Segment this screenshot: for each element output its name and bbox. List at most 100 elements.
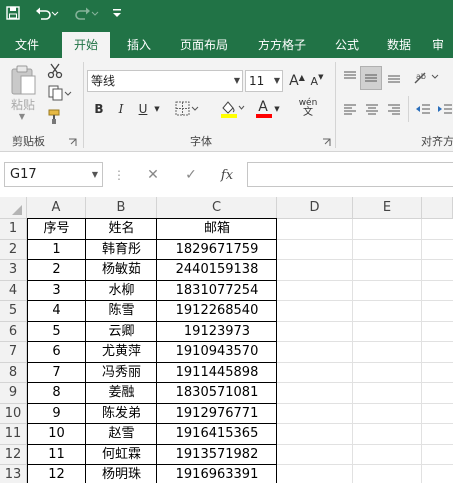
tab-review[interactable]: 审 — [432, 32, 453, 58]
table-cell[interactable]: 1 — [27, 240, 86, 261]
underline-button[interactable]: U — [134, 98, 152, 120]
header-cell[interactable]: 序号 — [27, 219, 86, 240]
table-cell[interactable]: 7 — [27, 363, 86, 384]
tab-page-layout[interactable]: 页面布局 — [172, 32, 236, 58]
align-middle-icon[interactable] — [360, 66, 382, 90]
tab-formulas[interactable]: 公式 — [326, 32, 368, 58]
table-cell[interactable]: 12 — [27, 465, 86, 483]
table-cell[interactable]: 1916963391 — [157, 465, 277, 483]
select-all-corner[interactable] — [0, 197, 27, 219]
orientation-icon[interactable]: ab — [412, 66, 440, 88]
table-cell[interactable]: 赵雪 — [86, 424, 157, 445]
align-right-icon[interactable] — [384, 98, 404, 120]
bold-button[interactable]: B — [90, 98, 108, 120]
table-cell[interactable]: 9 — [27, 404, 86, 425]
tab-insert[interactable]: 插入 — [118, 32, 160, 58]
format-painter-icon[interactable] — [46, 108, 64, 126]
redo-icon[interactable] — [72, 0, 102, 26]
row-header[interactable]: 11 — [0, 424, 27, 445]
align-center-icon[interactable] — [362, 98, 382, 120]
row-header[interactable]: 7 — [0, 342, 27, 363]
table-cell[interactable]: 1912268540 — [157, 301, 277, 322]
enter-icon[interactable]: ✓ — [180, 164, 202, 186]
row-header[interactable]: 6 — [0, 321, 27, 342]
cancel-icon[interactable]: ✕ — [142, 164, 164, 186]
table-cell[interactable]: 陈发弟 — [86, 404, 157, 425]
header-cell[interactable]: 邮箱 — [157, 219, 277, 240]
save-icon[interactable] — [2, 0, 24, 26]
table-cell[interactable]: 1913571982 — [157, 445, 277, 466]
table-cell[interactable]: 10 — [27, 424, 86, 445]
table-cell[interactable]: 4 — [27, 301, 86, 322]
border-icon[interactable] — [174, 98, 200, 120]
table-cell[interactable]: 1911445898 — [157, 363, 277, 384]
table-cell[interactable]: 陈雪 — [86, 301, 157, 322]
table-cell[interactable]: 杨明珠 — [86, 465, 157, 483]
table-cell[interactable]: 韩育彤 — [86, 240, 157, 261]
drag-handle-icon[interactable]: ⋮ — [113, 166, 125, 184]
tab-home[interactable]: 开始 — [62, 32, 110, 58]
align-bottom-icon[interactable] — [384, 66, 404, 88]
row-header[interactable]: 13 — [0, 465, 27, 483]
table-cell[interactable]: 1916415365 — [157, 424, 277, 445]
increase-indent-icon[interactable] — [436, 98, 453, 120]
name-box[interactable]: G17 ▼ — [4, 162, 103, 187]
table-cell[interactable]: 2 — [27, 260, 86, 281]
table-cell[interactable]: 1831077254 — [157, 281, 277, 302]
table-cell[interactable]: 冯秀丽 — [86, 363, 157, 384]
row-header[interactable]: 9 — [0, 383, 27, 404]
tab-data[interactable]: 数据 — [378, 32, 420, 58]
table-cell[interactable]: 2440159138 — [157, 260, 277, 281]
font-color-icon[interactable]: A ▼ — [254, 98, 282, 120]
tab-file[interactable]: 文件 — [6, 32, 48, 58]
column-header[interactable]: E — [353, 197, 422, 219]
table-cell[interactable]: 水柳 — [86, 281, 157, 302]
paste-icon[interactable] — [6, 62, 40, 98]
italic-button[interactable]: I — [112, 98, 130, 120]
table-cell[interactable]: 杨敏茹 — [86, 260, 157, 281]
cut-icon[interactable] — [46, 62, 64, 80]
column-header[interactable]: C — [157, 197, 277, 219]
tab-fangfang[interactable]: 方方格子 — [250, 32, 314, 58]
undo-icon[interactable] — [32, 0, 62, 26]
align-top-icon[interactable] — [340, 66, 360, 88]
table-cell[interactable]: 19123973 — [157, 322, 277, 343]
clipboard-launcher-icon[interactable] — [66, 136, 78, 148]
row-header[interactable]: 4 — [0, 280, 27, 301]
row-header[interactable]: 3 — [0, 260, 27, 281]
paste-dropdown-icon[interactable]: ▼ — [14, 110, 30, 122]
chevron-down-icon[interactable]: ▼ — [92, 163, 98, 186]
row-header[interactable]: 1 — [0, 219, 27, 240]
increase-font-icon[interactable]: A ▲ — [288, 70, 306, 92]
row-header[interactable]: 8 — [0, 362, 27, 383]
table-cell[interactable]: 11 — [27, 445, 86, 466]
table-cell[interactable]: 5 — [27, 322, 86, 343]
table-cell[interactable]: 1912976771 — [157, 404, 277, 425]
table-cell[interactable]: 1910943570 — [157, 342, 277, 363]
table-cell[interactable]: 姜融 — [86, 383, 157, 404]
table-cell[interactable]: 3 — [27, 281, 86, 302]
header-cell[interactable]: 姓名 — [86, 219, 157, 240]
column-header[interactable]: A — [27, 197, 86, 219]
row-header[interactable]: 2 — [0, 239, 27, 260]
table-cell[interactable]: 尤黄萍 — [86, 342, 157, 363]
phonetic-button[interactable]: wén 文 — [296, 96, 320, 120]
column-header[interactable]: D — [277, 197, 353, 219]
decrease-font-icon[interactable]: A ▼ — [308, 70, 326, 92]
formula-input[interactable] — [247, 162, 453, 187]
underline-dropdown-icon[interactable]: ▼ — [151, 98, 163, 120]
font-launcher-icon[interactable] — [320, 136, 332, 148]
align-left-icon[interactable] — [340, 98, 360, 120]
insert-function-icon[interactable]: fx — [216, 164, 238, 186]
table-cell[interactable]: 何虹霖 — [86, 445, 157, 466]
customize-icon[interactable] — [110, 0, 124, 26]
column-header[interactable]: B — [86, 197, 157, 219]
fill-color-icon[interactable] — [218, 98, 246, 120]
font-name-dropdown[interactable]: 等线 ▼ — [87, 70, 243, 92]
row-header[interactable]: 5 — [0, 301, 27, 322]
table-cell[interactable]: 云卿 — [86, 322, 157, 343]
row-header[interactable]: 10 — [0, 403, 27, 424]
decrease-indent-icon[interactable] — [412, 98, 434, 120]
column-header[interactable] — [422, 197, 453, 219]
table-cell[interactable]: 8 — [27, 383, 86, 404]
